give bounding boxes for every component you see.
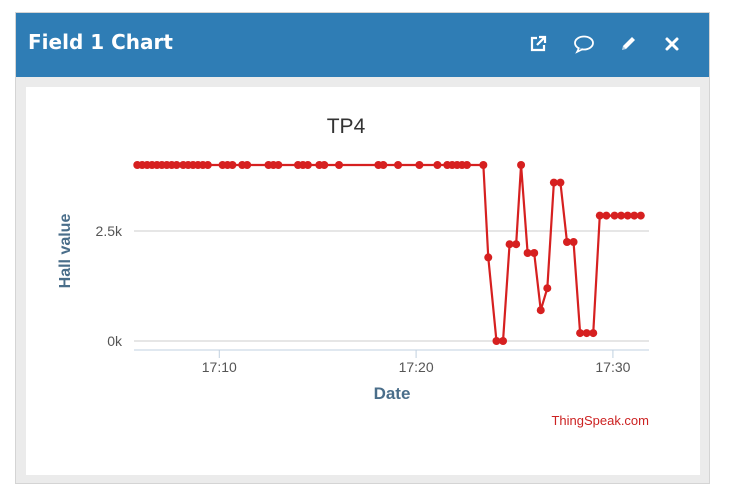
comment-button[interactable] bbox=[573, 33, 595, 55]
chart-title: TP4 bbox=[327, 115, 366, 138]
data-point[interactable] bbox=[636, 211, 645, 220]
open-external-icon bbox=[530, 35, 547, 52]
data-point[interactable] bbox=[394, 161, 403, 169]
data-point[interactable] bbox=[415, 161, 424, 169]
data-point[interactable] bbox=[228, 161, 237, 169]
y-tick-label: 0k bbox=[107, 333, 123, 349]
chart-widget: Field 1 Chart TP4 0k 2.5k 17:10 17:20 17… bbox=[15, 12, 710, 484]
close-icon bbox=[665, 37, 679, 51]
data-point[interactable] bbox=[536, 306, 545, 315]
data-point[interactable] bbox=[530, 249, 539, 257]
data-point[interactable] bbox=[479, 161, 488, 169]
data-point[interactable] bbox=[543, 284, 552, 293]
x-axis-ticks: 17:10 17:20 17:30 bbox=[134, 349, 649, 375]
line-chart: TP4 0k 2.5k 17:10 17:20 17:30 Hall value Da… bbox=[57, 115, 649, 428]
data-point[interactable] bbox=[303, 161, 312, 169]
x-tick-label: 17:10 bbox=[202, 359, 237, 375]
data-point[interactable] bbox=[203, 161, 212, 169]
x-tick-label: 17:20 bbox=[399, 359, 434, 375]
data-point[interactable] bbox=[335, 161, 344, 169]
data-point[interactable] bbox=[379, 161, 388, 169]
data-point[interactable] bbox=[556, 178, 565, 187]
y-axis-ticks: 0k 2.5k bbox=[96, 223, 123, 349]
widget-title: Field 1 Chart bbox=[28, 30, 173, 54]
close-button[interactable] bbox=[661, 33, 683, 55]
data-point[interactable] bbox=[499, 337, 508, 345]
data-point[interactable] bbox=[433, 161, 442, 169]
data-point[interactable] bbox=[589, 329, 598, 338]
chart-panel: TP4 0k 2.5k 17:10 17:20 17:30 Hall value Da… bbox=[26, 87, 700, 475]
series-tp4 bbox=[133, 161, 645, 345]
open-external-button[interactable] bbox=[527, 33, 549, 55]
data-point[interactable] bbox=[602, 211, 611, 220]
grid bbox=[134, 230, 649, 342]
comment-icon bbox=[574, 35, 594, 54]
data-point[interactable] bbox=[462, 161, 471, 169]
data-point[interactable] bbox=[320, 161, 329, 169]
data-point[interactable] bbox=[512, 240, 521, 249]
edit-button[interactable] bbox=[617, 33, 639, 55]
data-point[interactable] bbox=[569, 238, 578, 246]
x-axis-label: Date bbox=[374, 384, 411, 403]
data-point[interactable] bbox=[517, 161, 526, 169]
data-point[interactable] bbox=[243, 161, 252, 169]
thingspeak-credit-link[interactable]: ThingSpeak.com bbox=[551, 413, 649, 428]
data-point[interactable] bbox=[484, 253, 493, 262]
data-point[interactable] bbox=[274, 161, 283, 169]
edit-icon bbox=[622, 37, 635, 50]
series-line bbox=[137, 163, 641, 343]
y-tick-label: 2.5k bbox=[96, 223, 123, 239]
widget-header: Field 1 Chart bbox=[16, 13, 709, 77]
y-axis-label: Hall value bbox=[57, 214, 74, 289]
x-tick-label: 17:30 bbox=[595, 359, 630, 375]
